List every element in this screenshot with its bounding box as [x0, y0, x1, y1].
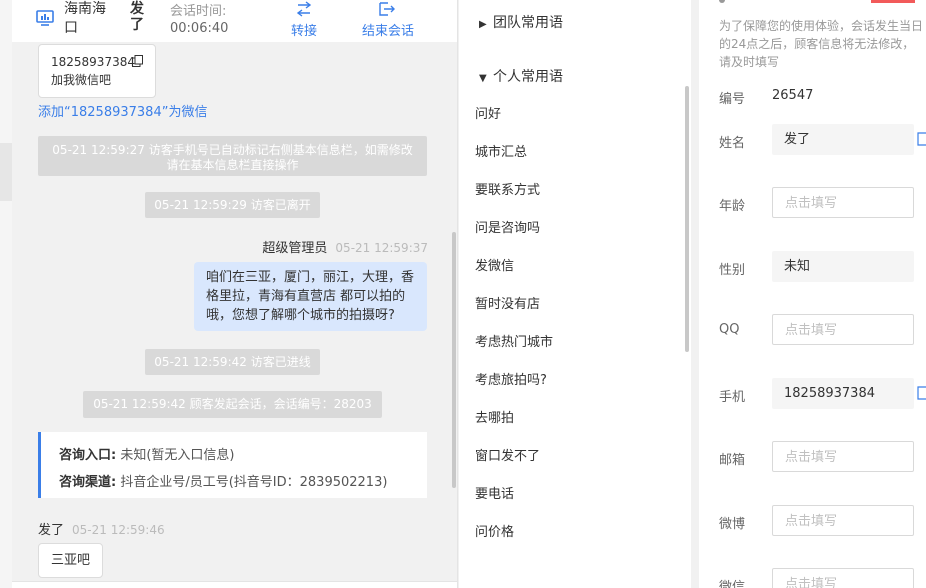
visitor-message-bubble: 三亚吧 — [38, 543, 103, 578]
phrase-item[interactable]: 发微信 — [475, 255, 514, 274]
panel-divider — [691, 0, 699, 588]
wechat-card[interactable]: 18258937384 加我微信吧 — [38, 44, 156, 98]
end-session-button[interactable]: 结束会话 — [354, 0, 422, 39]
system-message: 05-21 12:59:29 访客已离开 — [145, 192, 320, 218]
agent-message-time: 05-21 12:59:37 — [335, 241, 428, 255]
entry-label: 咨询入口: — [59, 448, 117, 463]
agent-message-meta: 超级管理员 05-21 12:59:37 — [192, 237, 428, 256]
field-age-input[interactable]: 点击填写 — [772, 187, 914, 218]
caret-right-icon: ▶ — [479, 19, 487, 30]
wechat-card-text: 加我微信吧 — [51, 73, 112, 87]
personal-group-label: 个人常用语 — [493, 69, 563, 85]
exit-icon — [379, 2, 395, 16]
edit-icon[interactable] — [917, 132, 926, 146]
phrase-item[interactable]: 考虑热门城市 — [475, 331, 553, 350]
channel-row: 咨询渠道: 抖音企业号/员工号(抖音号ID：2839502213) — [59, 469, 427, 496]
field-gender[interactable]: 未知 — [772, 251, 914, 282]
visitor-info-panel: 为了保障您的使用体验，会话发生当日的24点之后，顾客信息将无法修改，请及时填写 … — [699, 0, 926, 588]
info-icon — [719, 0, 725, 3]
edit-notice: 为了保障您的使用体验，会话发生当日的24点之后，顾客信息将无法修改，请及时填写 — [719, 19, 924, 69]
session-time-label: 会话时间: — [170, 4, 227, 19]
channel-name: 海南海口 — [64, 1, 106, 36]
field-label-wechat: 微信 — [719, 580, 746, 588]
phrase-item[interactable]: 问是咨询吗 — [475, 217, 540, 236]
phrase-item[interactable]: 问好 — [475, 103, 501, 122]
field-label-name: 姓名 — [719, 136, 746, 151]
add-wechat-link[interactable]: 添加“18258937384”为微信 — [38, 101, 207, 120]
field-name[interactable]: 发了 — [772, 124, 914, 155]
entry-row: 咨询入口: 未知(暂无入口信息) — [59, 442, 427, 469]
chat-input-area[interactable] — [12, 581, 457, 588]
field-label-qq: QQ — [719, 322, 740, 337]
agent-name: 超级管理员 — [262, 241, 328, 256]
phrase-item[interactable]: 问价格 — [475, 521, 514, 540]
system-message: 05-21 12:59:27 访客手机号已自动标记右侧基本信息栏，如需修改请在基… — [38, 136, 427, 176]
channel-value: 抖音企业号/员工号(抖音号ID：2839502213) — [116, 475, 388, 490]
transfer-icon — [296, 1, 312, 17]
agent-message-bubble: 咱们在三亚，厦门，丽江，大理，香格里拉，青海有直营店 都可以拍的哦，您想了解哪个… — [194, 262, 427, 331]
field-label-age: 年龄 — [719, 199, 746, 214]
field-label-id: 编号 — [719, 92, 746, 107]
field-value-id: 26547 — [772, 88, 814, 103]
phrases-scrollbar[interactable] — [685, 86, 689, 352]
phrase-item[interactable]: 城市汇总 — [475, 141, 527, 160]
phrase-item[interactable]: 要电话 — [475, 483, 514, 502]
session-time-value: 00:06:40 — [170, 21, 229, 36]
field-label-email: 邮箱 — [719, 453, 746, 468]
phrase-item[interactable]: 去哪拍 — [475, 407, 514, 426]
edit-icon[interactable] — [917, 386, 926, 400]
copy-icon[interactable] — [132, 55, 143, 67]
visitor-message-time: 05-21 12:59:46 — [72, 523, 165, 537]
field-email-input[interactable]: 点击填写 — [772, 441, 914, 472]
field-phone[interactable]: 18258937384 — [772, 378, 914, 409]
team-group-label: 团队常用语 — [493, 15, 563, 31]
channel-label: 咨询渠道: — [59, 475, 117, 490]
left-strip-shade — [0, 143, 12, 201]
transfer-button[interactable]: 转接 — [282, 0, 326, 39]
phrase-item[interactable]: 暂时没有店 — [475, 293, 540, 312]
transfer-label: 转接 — [290, 24, 317, 39]
field-wechat-input[interactable]: 点击填写 — [772, 568, 914, 588]
phrase-item[interactable]: 考虑旅拍吗? — [475, 369, 547, 388]
entry-info-card: 咨询入口: 未知(暂无入口信息) 咨询渠道: 抖音企业号/员工号(抖音号ID：2… — [38, 432, 427, 498]
field-weibo-input[interactable]: 点击填写 — [772, 505, 914, 536]
system-message: 05-21 12:59:42 访客已进线 — [145, 349, 320, 375]
caret-down-icon: ▼ — [479, 73, 487, 84]
end-session-label: 结束会话 — [361, 24, 414, 39]
field-label-gender: 性别 — [719, 263, 746, 278]
field-label-phone: 手机 — [719, 390, 746, 405]
team-phrases-group[interactable]: ▶ 团队常用语 — [479, 12, 563, 32]
phrase-item[interactable]: 要联系方式 — [475, 179, 540, 198]
visitor-sender: 发了 — [38, 523, 65, 538]
system-message: 05-21 12:59:42 顾客发起会话，会话编号：28203 — [83, 391, 382, 418]
field-label-weibo: 微博 — [719, 517, 746, 532]
personal-phrases-group[interactable]: ▼ 个人常用语 — [479, 66, 563, 86]
entry-value: 未知(暂无入口信息) — [116, 448, 235, 463]
visitor-name: 发了 — [130, 1, 144, 33]
red-tag — [871, 0, 915, 3]
field-qq-input[interactable]: 点击填写 — [772, 314, 914, 345]
monitor-icon — [36, 10, 54, 26]
left-strip — [0, 0, 12, 588]
chat-scrollbar[interactable] — [452, 232, 456, 488]
phrase-item[interactable]: 窗口发不了 — [475, 445, 540, 464]
chat-header: 海南海口 发了 会话时间: 00:06:40 转接 结束会话 — [12, 0, 457, 42]
chat-panel: 海南海口 发了 会话时间: 00:06:40 转接 结束会话 182589373… — [12, 0, 458, 588]
visitor-message-meta: 发了 05-21 12:59:46 — [38, 519, 165, 538]
phrases-panel: ▶ 团队常用语 ▼ 个人常用语 问好 城市汇总 要联系方式 问是咨询吗 发微信 暂时… — [459, 0, 691, 588]
